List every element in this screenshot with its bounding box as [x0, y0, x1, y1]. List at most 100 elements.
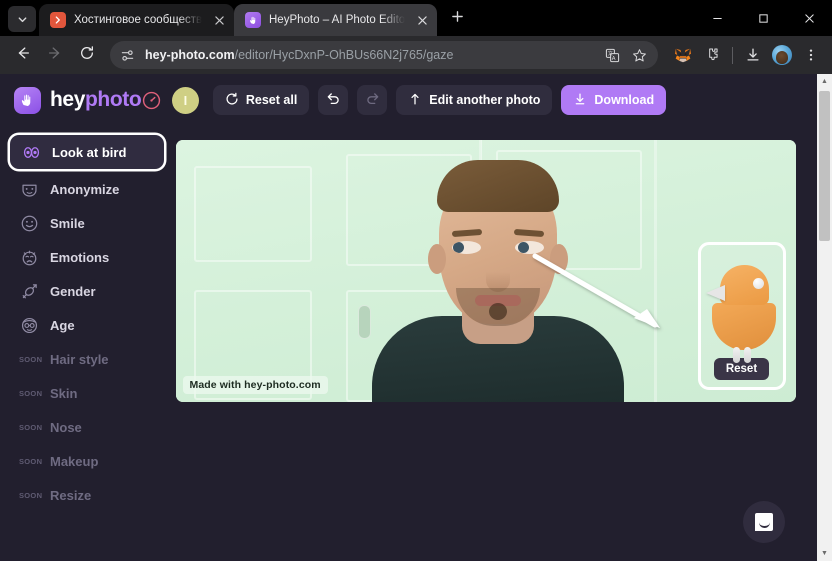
scroll-up-arrow[interactable]: ▲ [821, 74, 828, 89]
tool-sidebar: Look at bird Anonymize Smile Emotions Ge… [0, 126, 170, 561]
tab-search-button[interactable] [8, 6, 36, 32]
bird-reset-button[interactable]: Reset [713, 358, 770, 380]
page-scrollbar[interactable]: ▲ ▼ [817, 74, 832, 561]
sidebar-item-hair-style[interactable]: SOON Hair style [8, 342, 170, 376]
logo-text: heyphoto [50, 88, 142, 112]
plus-icon [451, 10, 464, 28]
browser-tab-hosting[interactable]: Хостинговое сообщество «Tim [39, 4, 234, 36]
pupil [517, 242, 529, 253]
soon-badge: SOON [19, 456, 43, 466]
new-tab-button[interactable] [444, 6, 470, 32]
extensions-puzzle-icon[interactable] [699, 42, 725, 68]
upload-icon [408, 92, 422, 109]
sidebar-item-resize[interactable]: SOON Resize [8, 478, 170, 512]
scroll-down-arrow[interactable]: ▼ [821, 546, 828, 561]
sidebar-item-label: Age [50, 317, 75, 333]
chat-support-button[interactable] [743, 501, 785, 543]
back-button[interactable] [8, 40, 38, 70]
star-icon[interactable] [627, 43, 652, 68]
reset-all-button[interactable]: Reset all [212, 85, 310, 115]
bird-target-panel[interactable]: Reset [697, 242, 786, 390]
app-logo[interactable]: heyphoto [14, 86, 142, 114]
logo-photo: photo [85, 88, 142, 111]
download-icon[interactable] [740, 42, 766, 68]
mask-icon [19, 179, 39, 199]
tab-close-button[interactable] [210, 11, 228, 29]
sidebar-item-gender[interactable]: Gender [8, 274, 170, 308]
bird-leg [743, 347, 751, 363]
translate-icon[interactable]: A文 [600, 43, 625, 68]
gender-icon [19, 281, 39, 301]
redo-arrow-icon [365, 91, 380, 109]
redo-button[interactable] [357, 85, 388, 115]
download-arrow-icon [573, 92, 587, 109]
window-controls [694, 0, 832, 36]
address-bar[interactable]: hey-photo.com/editor/HycDxnP-OhBUs66N2j7… [110, 41, 658, 69]
tab-strip: Хостинговое сообщество «Tim HeyPhoto – A… [0, 0, 832, 36]
site-settings-icon[interactable] [119, 47, 136, 64]
browser-tab-heyphoto[interactable]: HeyPhoto – AI Photo Editor Onl [234, 4, 437, 36]
undo-button[interactable] [318, 85, 349, 115]
arrow-right-icon [47, 45, 63, 66]
sidebar-item-smile[interactable]: Smile [8, 206, 170, 240]
metamask-fox-icon[interactable] [670, 42, 696, 68]
reload-button[interactable] [72, 40, 102, 70]
three-dot-menu-icon[interactable] [798, 42, 824, 68]
hosting-chevron-favicon [50, 12, 66, 28]
edit-another-photo-button[interactable]: Edit another photo [396, 85, 553, 115]
forward-button[interactable] [40, 40, 70, 70]
edit-another-photo-label: Edit another photo [429, 93, 541, 107]
eye-left [451, 241, 481, 254]
tab-title: Хостинговое сообщество «Tim [74, 14, 202, 26]
sidebar-item-nose[interactable]: SOON Nose [8, 410, 170, 444]
arrow-left-icon [15, 45, 31, 66]
gaze-direction-arrow-icon [532, 253, 660, 328]
svg-text:文: 文 [608, 49, 613, 57]
pupil [452, 242, 464, 253]
waving-hand-icon [14, 86, 41, 114]
maximize-button[interactable] [740, 0, 786, 36]
browser-toolbar: hey-photo.com/editor/HycDxnP-OhBUs66N2j7… [0, 36, 832, 74]
undo-arrow-icon [326, 91, 341, 109]
canvas-area: Reset Made with hey-photo.com [170, 126, 817, 561]
user-avatar[interactable]: I [171, 86, 199, 114]
sidebar-item-age[interactable]: Age [8, 308, 170, 342]
smiley-icon [19, 213, 39, 233]
sidebar-item-label: Emotions [50, 249, 110, 265]
photo-canvas[interactable]: Reset Made with hey-photo.com [175, 140, 796, 402]
sidebar-item-label: Smile [50, 215, 85, 231]
sidebar-item-makeup[interactable]: SOON Makeup [8, 444, 170, 478]
tab-title: HeyPhoto – AI Photo Editor Onl [269, 14, 405, 26]
scrollbar-thumb[interactable] [819, 91, 830, 241]
minimize-button[interactable] [694, 0, 740, 36]
soon-badge: SOON [19, 354, 43, 364]
omnibox-actions: A文 [600, 43, 652, 68]
url-path: /editor/HycDxnP-OhBUs66N2j765/gaze [234, 48, 454, 62]
scrollbar-track[interactable] [817, 89, 832, 546]
reload-icon [79, 45, 95, 66]
orange-bird-icon [705, 265, 778, 363]
sidebar-item-look-at-bird[interactable]: Look at bird [10, 135, 164, 169]
speedometer-icon[interactable] [141, 89, 163, 111]
sidebar-item-emotions[interactable]: Emotions [8, 240, 170, 274]
toolbar-divider [732, 46, 733, 64]
sidebar-item-label: Hair style [50, 351, 109, 367]
tab-close-button[interactable] [413, 11, 431, 29]
download-button[interactable]: Download [561, 85, 667, 115]
sidebar-item-label: Resize [50, 487, 92, 503]
page-viewport: heyphoto I Reset all Edit another photo … [0, 74, 832, 561]
soon-badge: SOON [19, 490, 43, 500]
sidebar-item-label: Skin [50, 385, 78, 401]
close-window-button[interactable] [786, 0, 832, 36]
sidebar-item-skin[interactable]: SOON Skin [8, 376, 170, 410]
reset-all-label: Reset all [245, 93, 298, 107]
profile-avatar-icon[interactable] [769, 42, 795, 68]
heyphoto-hand-favicon [245, 12, 261, 28]
logo-hey: hey [50, 88, 85, 111]
url-text: hey-photo.com/editor/HycDxnP-OhBUs66N2j7… [145, 48, 591, 62]
bird-body [711, 303, 776, 350]
elder-face-icon [19, 315, 39, 335]
rotate-ccw-icon [225, 92, 239, 109]
sidebar-item-anonymize[interactable]: Anonymize [8, 172, 170, 206]
app-body: Look at bird Anonymize Smile Emotions Ge… [0, 126, 817, 561]
